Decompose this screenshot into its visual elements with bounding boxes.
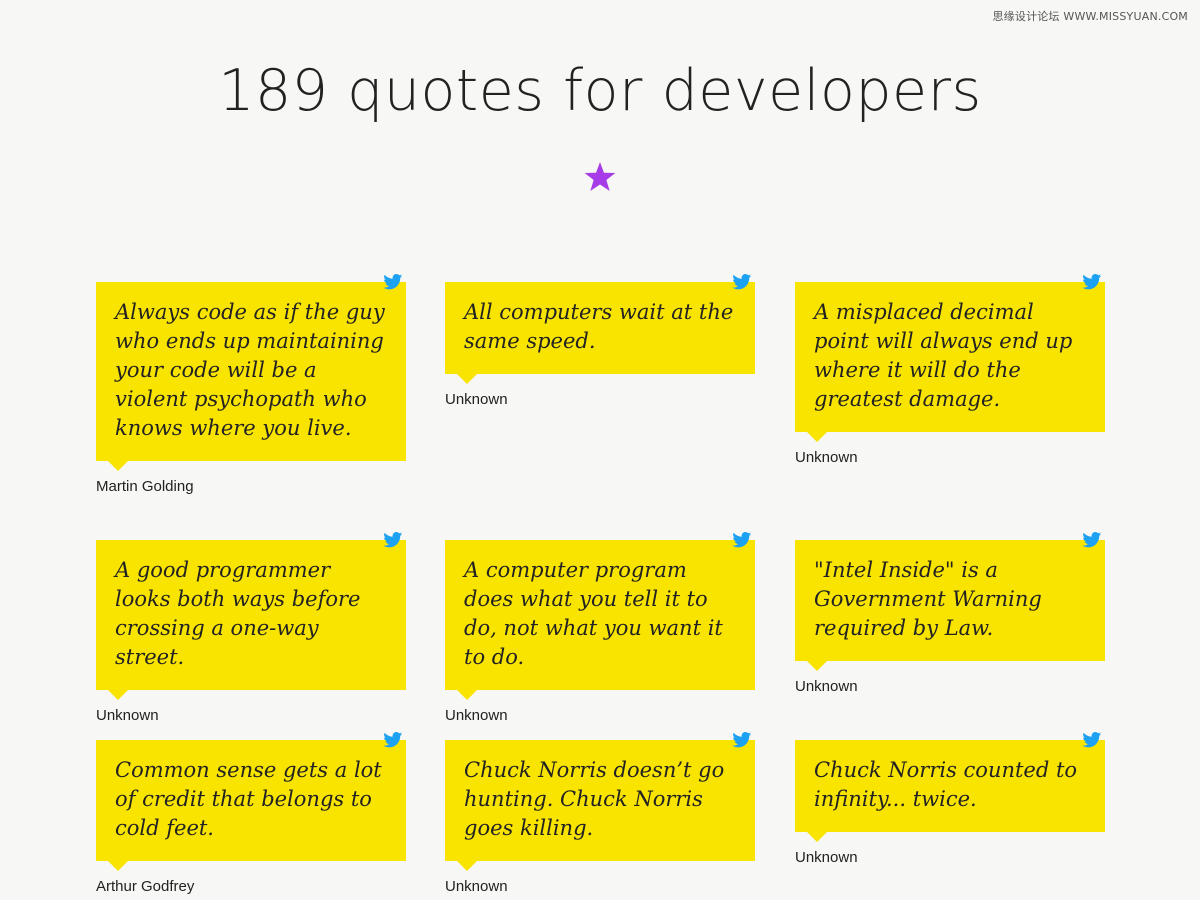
quote-bubble: Chuck Norris counted to infinity... twic… [795,732,1105,842]
quote-bubble: Chuck Norris doesn’t go hunting. Chuck N… [445,732,755,871]
quote-card: A misplaced decimal point will always en… [795,274,1105,466]
quote-bubble: Common sense gets a lot of credit that b… [96,732,406,871]
quote-text: A good programmer looks both ways before… [115,558,361,669]
quote-text: A computer program does what you tell it… [464,558,723,669]
quote-bubble: "Intel Inside" is a Government Warning r… [795,532,1105,671]
quote-author: Martin Golding [96,478,194,495]
site-watermark: 思缘设计论坛 WWW.MISSYUAN.COM [992,10,1188,23]
quote-card: A good programmer looks both ways before… [96,532,406,724]
twitter-bird-icon[interactable] [1082,274,1102,290]
quote-author: Unknown [795,449,858,466]
quote-bubble: A computer program does what you tell it… [445,532,755,700]
quote-card: All computers wait at the same speed. Un… [445,274,755,408]
quote-bubble: A good programmer looks both ways before… [96,532,406,700]
quote-card: Chuck Norris counted to infinity... twic… [795,732,1105,866]
quote-bubble: All computers wait at the same speed. [445,274,755,384]
twitter-bird-icon[interactable] [383,732,403,748]
quote-author: Unknown [795,678,858,695]
quote-bubble: Always code as if the guy who ends up ma… [96,274,406,471]
quote-card: Chuck Norris doesn’t go hunting. Chuck N… [445,732,755,895]
quote-card: Common sense gets a lot of credit that b… [96,732,406,895]
twitter-bird-icon[interactable] [732,532,752,548]
twitter-bird-icon[interactable] [383,274,403,290]
twitter-bird-icon[interactable] [732,732,752,748]
page-title: 189 quotes for developers [218,58,982,124]
twitter-bird-icon[interactable] [732,274,752,290]
twitter-bird-icon[interactable] [1082,732,1102,748]
quote-author: Unknown [445,707,508,724]
quote-author: Unknown [445,878,508,895]
quote-author: Unknown [445,391,508,408]
quote-card: Always code as if the guy who ends up ma… [96,274,406,495]
quote-bubble: A misplaced decimal point will always en… [795,274,1105,442]
quote-text: A misplaced decimal point will always en… [814,300,1073,411]
quote-text: Always code as if the guy who ends up ma… [115,300,385,440]
quote-text: All computers wait at the same speed. [464,300,734,353]
twitter-bird-icon[interactable] [383,532,403,548]
quote-author: Arthur Godfrey [96,878,195,895]
quote-text: "Intel Inside" is a Government Warning r… [814,558,1042,640]
star-icon[interactable] [583,160,617,194]
quote-text: Chuck Norris doesn’t go hunting. Chuck N… [464,758,725,840]
quote-author: Unknown [795,849,858,866]
quote-card: A computer program does what you tell it… [445,532,755,724]
quote-text: Chuck Norris counted to infinity... twic… [814,758,1078,811]
twitter-bird-icon[interactable] [1082,532,1102,548]
quote-card: "Intel Inside" is a Government Warning r… [795,532,1105,695]
quote-text: Common sense gets a lot of credit that b… [115,758,382,840]
quote-author: Unknown [96,707,159,724]
